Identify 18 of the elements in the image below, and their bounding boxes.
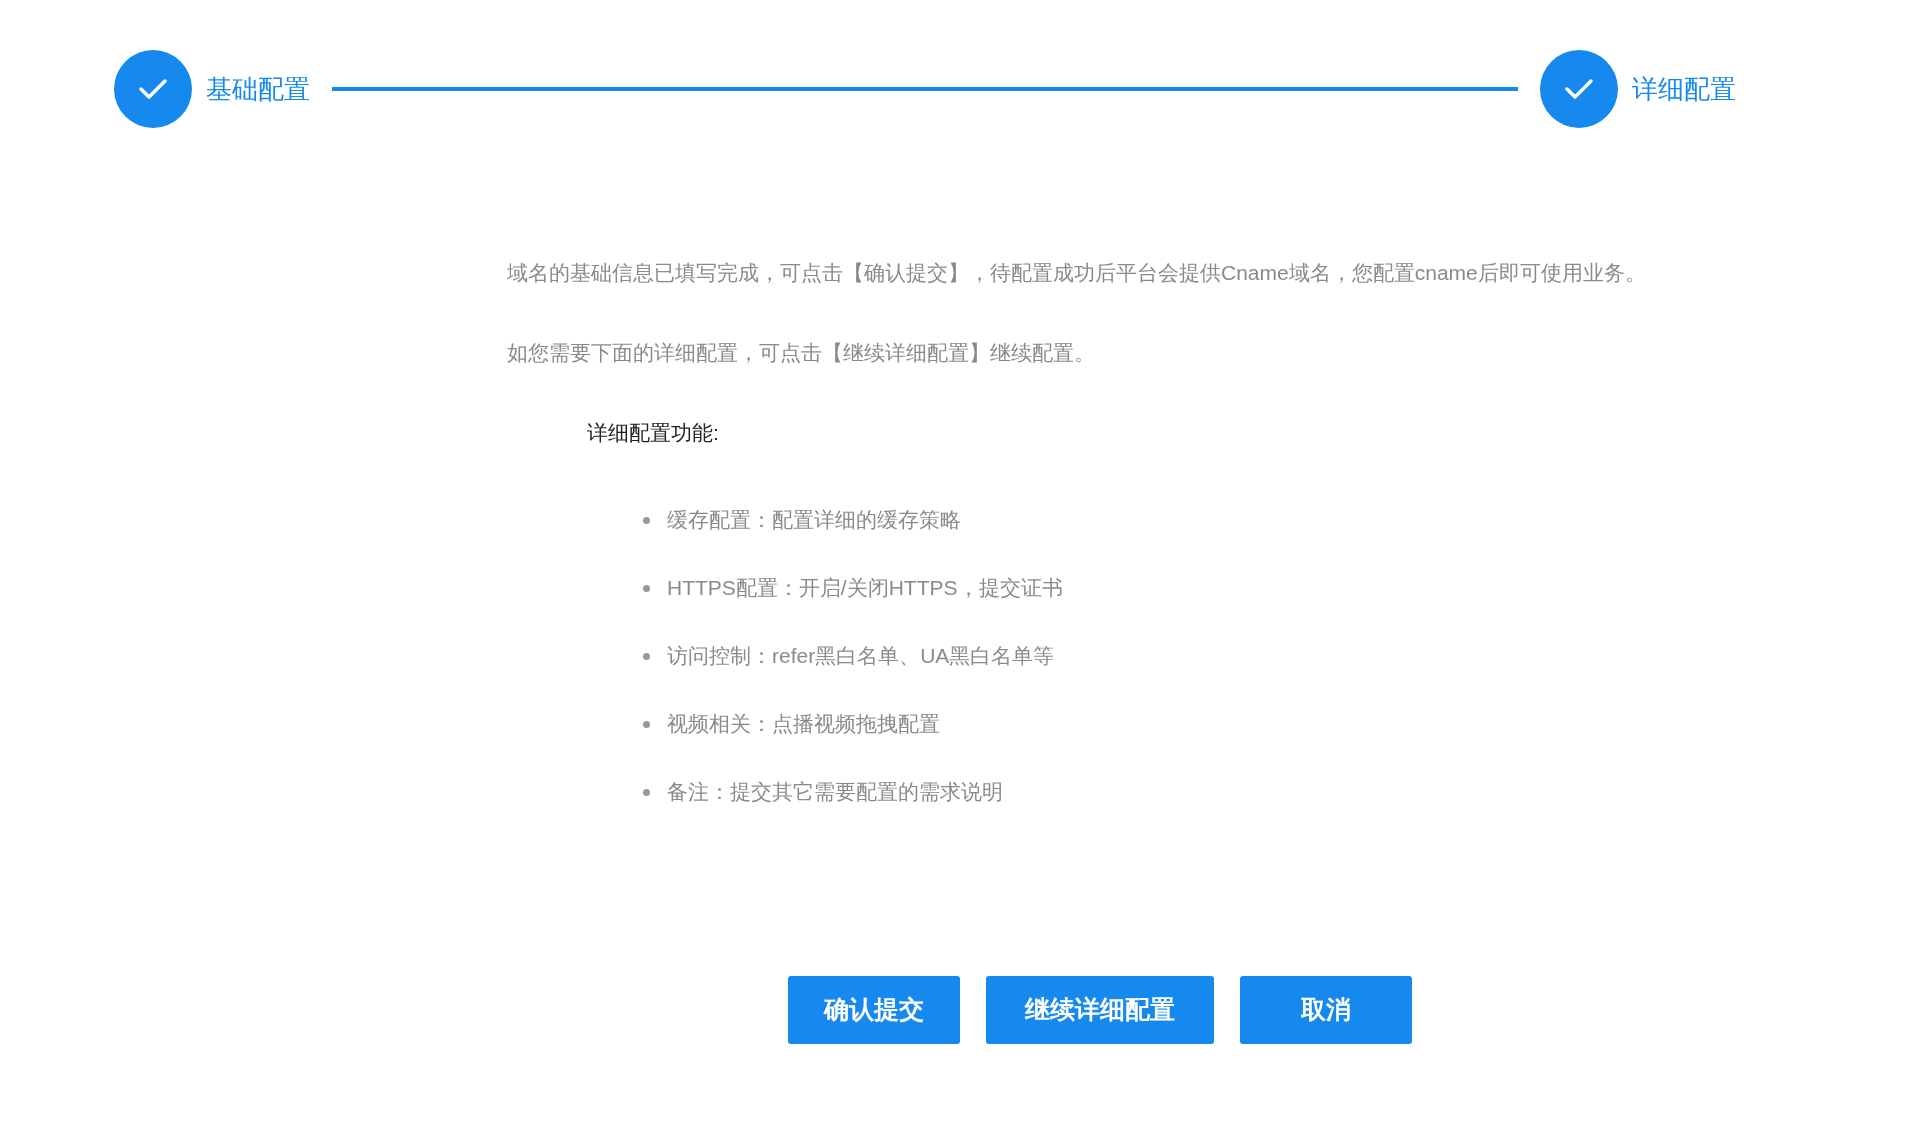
bullet-icon bbox=[643, 652, 650, 660]
bullet-icon bbox=[643, 584, 650, 592]
bullet-icon bbox=[643, 720, 650, 728]
info-text: 如您需要下面的详细配置，可点击【继续详细配置】继续配置。 bbox=[507, 340, 1096, 366]
section-heading: 详细配置功能: bbox=[587, 420, 720, 446]
feature-item: 备注：提交其它需要配置的需求说明 bbox=[667, 779, 1003, 806]
action-button[interactable]: 取消 bbox=[1240, 976, 1412, 1044]
action-button[interactable]: 确认提交 bbox=[788, 976, 960, 1044]
step-label: 基础配置 bbox=[206, 72, 310, 106]
step-label: 详细配置 bbox=[1632, 72, 1736, 106]
info-text: 域名的基础信息已填写完成，可点击【确认提交】，待配置成功后平台会提供Cname域名，您配置cname后即可使用业务。 bbox=[507, 260, 1647, 286]
feature-item: HTTPS配置：开启/关闭HTTPS，提交证书 bbox=[667, 575, 1063, 602]
feature-item: 缓存配置：配置详细的缓存策略 bbox=[667, 507, 961, 534]
action-button[interactable]: 继续详细配置 bbox=[986, 976, 1214, 1044]
bullet-icon bbox=[643, 516, 650, 524]
feature-item: 视频相关：点播视频拖拽配置 bbox=[667, 711, 940, 738]
bullet-icon bbox=[643, 788, 650, 796]
feature-item: 访问控制：refer黑白名单、UA黑白名单等 bbox=[667, 643, 1055, 670]
